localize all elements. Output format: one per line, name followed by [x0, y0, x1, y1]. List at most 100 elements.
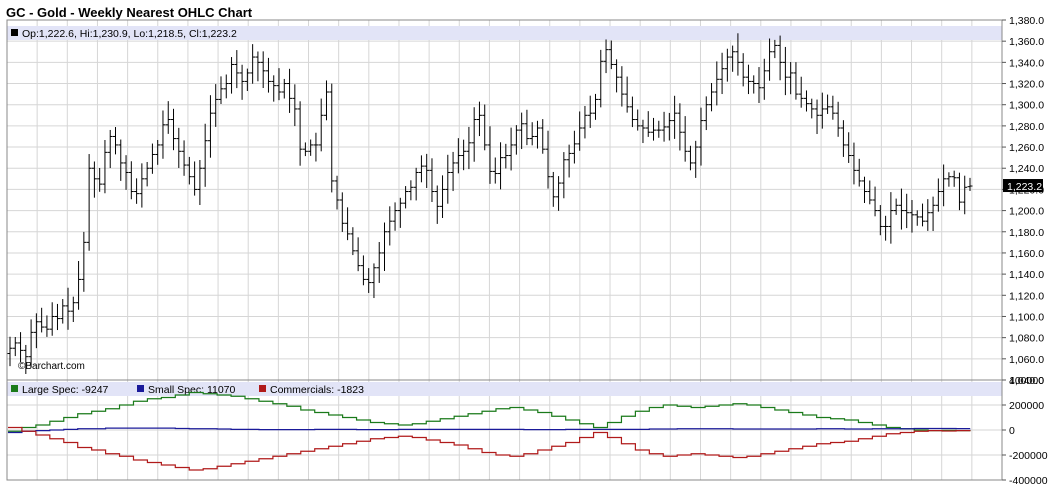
- price-tick-label: 1,320.0: [1009, 79, 1044, 91]
- commercials-legend: Commercials: -1823: [270, 384, 364, 396]
- ohlc-bar: [508, 127, 514, 171]
- ohlc-bar: [197, 159, 203, 206]
- ohlc-bar: [603, 39, 609, 74]
- ohlc-bar: [925, 199, 931, 231]
- ohlc-bar: [323, 80, 329, 121]
- ohlc-bar: [70, 296, 76, 322]
- ohlc-bar: [740, 53, 746, 87]
- last-price-marker: 1,223.2: [1003, 179, 1043, 193]
- price-tick-label: 1,080.0: [1009, 333, 1044, 345]
- ohlc-bar: [202, 123, 208, 187]
- ohlc-bar: [819, 92, 825, 129]
- ohlc-bar: [413, 167, 419, 201]
- ohlc-bar: [524, 109, 530, 146]
- price-tick-label: 1,280.0: [1009, 121, 1044, 133]
- ohlc-bar: [830, 95, 836, 120]
- ohlc-bar: [767, 38, 773, 81]
- ohlc-bar: [255, 51, 261, 82]
- ohlc-bar: [149, 143, 155, 174]
- ohlc-bar: [44, 315, 50, 337]
- ohlc-bar: [155, 139, 161, 165]
- ohlc-chart: Op:1,222.6, Hi:1,230.9, Lo:1,218.5, Cl:1…: [6, 15, 1048, 486]
- ohlc-bar: [302, 142, 308, 157]
- ohlc-bar: [577, 111, 583, 151]
- ohlc-bar: [877, 205, 883, 236]
- ohlc-bar: [160, 110, 166, 159]
- ohlc-bar: [898, 188, 904, 230]
- ohlc-bar: [339, 192, 345, 232]
- ohlc-bar: [107, 129, 113, 169]
- ohlc-bar: [213, 84, 219, 127]
- ohlc-bar: [872, 186, 878, 217]
- ohlc-bar: [329, 83, 335, 193]
- price-tick-label: 1,160.0: [1009, 248, 1044, 260]
- ohlc-bar: [888, 192, 894, 244]
- ohlc-bar: [656, 120, 662, 138]
- commercials-swatch: [259, 385, 266, 392]
- ohlc-bar: [719, 52, 725, 95]
- ohlc-bar: [476, 101, 482, 137]
- ohlc-bar: [629, 96, 635, 128]
- ohlc-bar: [376, 242, 382, 283]
- ohlc-bar: [429, 158, 435, 203]
- ohlc-bar: [793, 62, 799, 100]
- price-tick-label: 1,340.0: [1009, 57, 1044, 69]
- ohlc-bar: [914, 210, 920, 226]
- price-axis: 1,380.0 1,360.0 1,340.0 1,320.0 1,300.0 1,280…: [1002, 15, 1044, 387]
- ohlc-bar: [250, 44, 256, 84]
- ohlc-bar: [466, 126, 472, 170]
- ohlc-bar: [777, 35, 783, 81]
- ohlc-bar: [498, 142, 504, 190]
- ohlc-bar: [176, 127, 182, 168]
- price-tick-label: 1,180.0: [1009, 227, 1044, 239]
- ohlc-bar: [234, 50, 240, 89]
- ohlc-bar: [867, 180, 873, 205]
- price-tick-label: 1,140.0: [1009, 269, 1044, 281]
- ohlc-bar: [355, 237, 361, 272]
- price-tick-label: 1,060.0: [1009, 354, 1044, 366]
- ohlc-bar: [682, 116, 688, 162]
- ohlc-bar: [28, 319, 34, 368]
- ohlc-bar: [260, 51, 266, 88]
- ohlc-bar: [387, 206, 393, 246]
- ohlc-bar: [244, 68, 250, 91]
- ohlc-bar: [561, 152, 567, 199]
- ohlc-bar: [487, 126, 493, 184]
- ohlc-bar: [782, 46, 788, 96]
- ohlc-bar: [677, 103, 683, 151]
- price-tick-label: 1,240.0: [1009, 163, 1044, 175]
- ohlc-bar: [946, 172, 952, 187]
- ohlc-bar: [803, 90, 809, 112]
- ohlc-bar: [592, 93, 598, 120]
- ohlc-bar: [366, 268, 372, 293]
- ohlc-bar: [461, 139, 467, 171]
- ohlc-bar: [482, 104, 488, 151]
- ohlc-bar: [7, 336, 13, 367]
- ohlc-bar: [392, 202, 398, 231]
- cot-tick-label: -200000: [1009, 450, 1048, 462]
- ohlc-bar: [65, 287, 71, 330]
- large-spec-legend: Large Spec: -9247: [22, 384, 109, 396]
- ohlc-bar: [587, 95, 593, 128]
- small-spec-swatch: [137, 385, 144, 392]
- ohlc-bar: [851, 142, 857, 185]
- ohlc-bar: [192, 161, 198, 196]
- ohlc-bar: [181, 140, 187, 176]
- ohlc-bar: [271, 75, 277, 102]
- ohlc-bar: [112, 127, 118, 155]
- ohlc-legend-swatch: [11, 29, 18, 36]
- ohlc-bar: [171, 108, 177, 151]
- ohlc-bar: [18, 332, 24, 363]
- ohlc-bar: [534, 120, 540, 149]
- ohlc-bar: [81, 231, 87, 292]
- ohlc-bar: [835, 101, 841, 137]
- ohlc-bar: [909, 200, 915, 233]
- ohlc-bar: [492, 157, 498, 184]
- price-tick-label: 1,100.0: [1009, 311, 1044, 323]
- ohlc-bar: [645, 111, 651, 137]
- ohlc-bar: [345, 207, 351, 241]
- ohlc-bar: [165, 101, 171, 134]
- price-tick-label: 1,200.0: [1009, 206, 1044, 218]
- ohlc-bar: [239, 64, 245, 100]
- ohlc-bar: [265, 57, 271, 93]
